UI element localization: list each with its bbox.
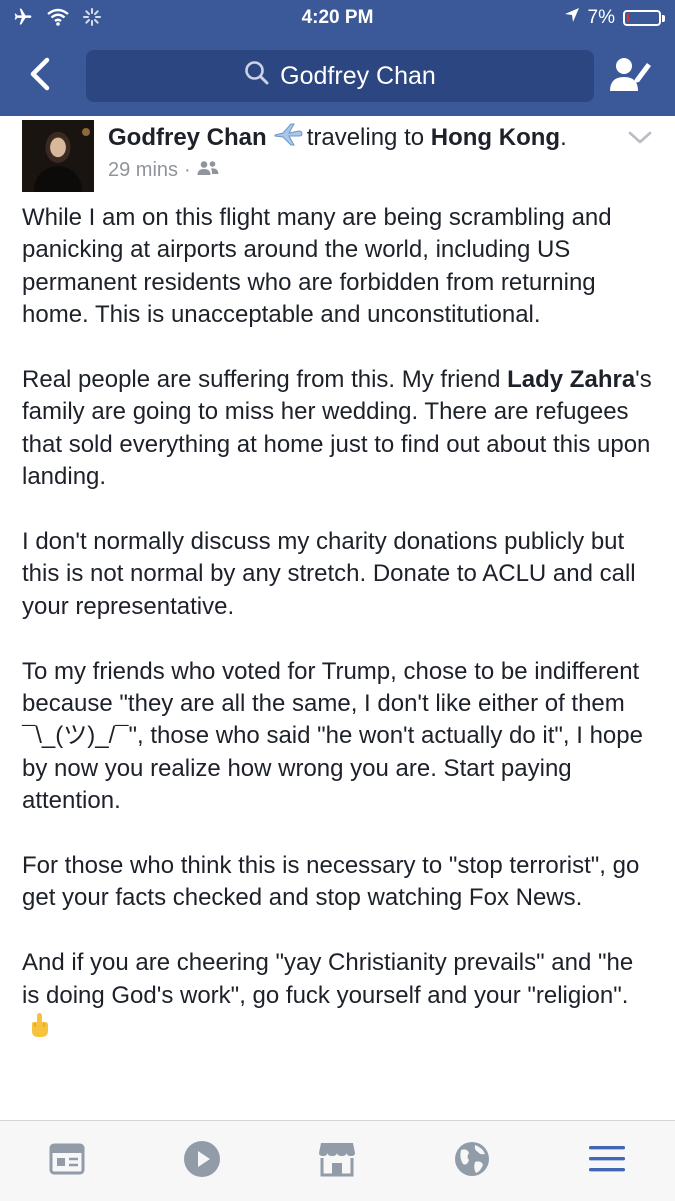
search-icon [244,60,270,93]
post-body: While I am on this flight many are being… [22,202,652,1047]
news-feed-icon [49,1143,85,1180]
tab-notifications[interactable] [452,1141,492,1181]
friends-icon[interactable] [197,159,219,182]
tab-news-feed[interactable] [47,1141,87,1181]
marketplace-icon [318,1141,356,1182]
location-arrow-icon [564,7,580,29]
battery-icon [623,10,665,26]
post-paragraph: For those who think this is necessary to… [22,852,640,912]
post-paragraph: Real people are suffering from this. My … [22,364,652,494]
tab-marketplace[interactable] [317,1141,357,1181]
activity-text: traveling to [306,124,425,151]
author-name[interactable]: Godfrey Chan [108,124,267,151]
post-author-line: Godfrey Chan traveling to Hong Kong. [108,122,567,155]
post-paragraph: I don't normally discuss my charity dona… [22,528,636,620]
destination-suffix: . [560,124,567,151]
notifications-globe-icon [453,1140,491,1183]
bottom-tab-bar [0,1120,675,1201]
search-value: Godfrey Chan [280,61,436,90]
post-timestamp[interactable]: 29 mins [108,159,178,182]
tab-video[interactable] [182,1140,222,1183]
post-paragraph: While I am on this flight many are being… [22,204,612,329]
post-paragraph: And if you are cheering "yay Christianit… [22,947,652,1047]
navigation-row: Godfrey Chan [0,48,675,106]
avatar[interactable] [22,120,94,192]
edit-profile-button[interactable] [607,54,655,98]
post-header: Godfrey Chan traveling to Hong Kong. 29 … [0,116,675,196]
meta-separator: · [184,159,191,181]
paragraph-text: Real people are suffering from this. My … [22,366,508,394]
tagged-friend-link[interactable]: Lady Zahra [507,366,635,393]
chevron-down-icon [627,131,653,150]
chevron-left-icon [27,57,53,96]
menu-icon [588,1144,626,1179]
post-paragraph: To my friends who voted for Trump, chose… [22,657,643,815]
middle-finger-emoji-icon [28,1012,50,1047]
airplane-icon [273,122,303,155]
post-menu-button[interactable] [627,130,653,151]
tab-menu[interactable] [587,1141,627,1181]
status-bar: 4:20 PM 7% [0,0,675,36]
edit-profile-icon [609,55,653,98]
post-meta: 29 mins · [108,159,219,182]
battery-percent: 7% [587,7,615,28]
destination-link[interactable]: Hong Kong [431,124,560,151]
video-icon [183,1140,221,1183]
top-bar: 4:20 PM 7% Godfrey Chan [0,0,675,116]
paragraph-text: And if you are cheering "yay Christianit… [22,949,634,1009]
back-button[interactable] [18,54,62,98]
search-input[interactable]: Godfrey Chan [86,50,594,102]
